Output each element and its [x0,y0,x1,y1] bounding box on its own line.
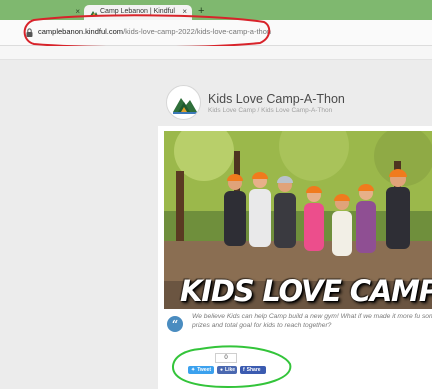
camp-logo-icon [173,98,197,114]
page-title: Kids Love Camp-A-Thon [208,92,345,106]
twitter-bird-icon: ✦ [191,367,196,373]
new-tab-icon[interactable]: + [198,5,204,17]
campaign-description: We believe Kids can help Camp build a ne… [192,313,432,329]
camp-logo [166,85,201,120]
lock-icon [26,28,33,37]
share-label: Share [246,367,261,373]
breadcrumb[interactable]: Kids Love Camp / Kids Love Camp-A-Thon [208,107,332,114]
share-count: 0 [215,353,237,363]
campaign-card: KIDS LOVE CAMP-A-TH “ We believe Kids ca… [158,126,432,389]
browser-tab-previous[interactable]: × [0,6,84,20]
url-path: /kids-love-camp-2022/kids-love-camp-a-th… [123,27,272,36]
like-button[interactable]: ● Like [217,366,237,374]
tweet-button[interactable]: ✦ Tweet [188,366,214,374]
camp-logo-icon [90,11,98,16]
quote-icon: “ [167,316,183,332]
thumbs-up-icon: ● [220,367,224,373]
browser-tab-strip: × Camp Lebanon | Kindful × + [0,0,432,20]
hero-headline: KIDS LOVE CAMP-A-TH [180,274,432,308]
url-text[interactable]: camplebanon.kindful.com/kids-love-camp-2… [38,27,271,36]
hero-image: KIDS LOVE CAMP-A-TH [164,131,432,309]
browser-tab-active[interactable]: Camp Lebanon | Kindful × [84,5,192,20]
tweet-label: Tweet [197,367,212,373]
address-bar[interactable]: camplebanon.kindful.com/kids-love-camp-2… [0,20,432,46]
url-host: camplebanon.kindful.com [38,27,124,36]
share-button[interactable]: f Share [240,366,266,374]
tab-close-icon[interactable]: × [182,7,187,16]
facebook-icon: f [243,367,245,373]
like-label: Like [225,367,236,373]
tab-title: Camp Lebanon | Kindful [100,8,175,15]
tab-close-icon[interactable]: × [75,7,80,16]
bookmarks-bar [0,46,432,60]
